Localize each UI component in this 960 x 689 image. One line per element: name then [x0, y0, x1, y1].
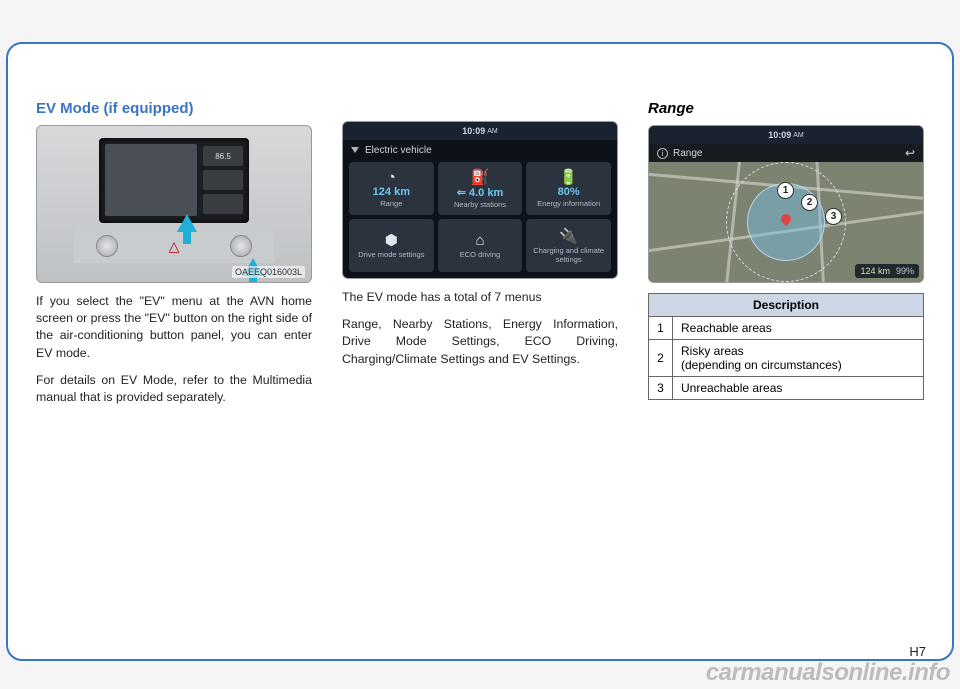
- row-desc: Risky areas (depending on circumstances): [673, 340, 924, 377]
- tile-nearby: ⛽ ⇐ 4.0 km Nearby stations: [438, 162, 523, 215]
- tile-drivemode: ⬢ Drive mode settings: [349, 219, 434, 272]
- column-right: Range 10:09 AM i Range ↩: [648, 100, 924, 416]
- figure-code: OAEEQ016003L: [232, 266, 305, 278]
- screen-title: Electric vehicle: [365, 145, 432, 156]
- tile-range: ◔ 124 km Range: [349, 162, 434, 215]
- nav-widget-2: [203, 170, 243, 190]
- paragraph: The EV mode has a total of 7 menus: [342, 289, 618, 306]
- tile-value: ⇐ 4.0 km: [457, 186, 504, 199]
- nav-widget-3: [203, 194, 243, 214]
- row-desc: Unreachable areas: [673, 377, 924, 400]
- clock-suffix: AM: [487, 128, 498, 135]
- nav-widgets: 86.5: [203, 146, 243, 214]
- tile-label: Range: [380, 200, 402, 208]
- page-frame: EV Mode (if equipped) 86.5 △: [6, 42, 954, 661]
- table-header: Description: [649, 294, 924, 317]
- nav-screen: 86.5: [99, 138, 249, 223]
- ev-tile-grid: ◔ 124 km Range ⛽ ⇐ 4.0 km Nearby station…: [343, 160, 617, 278]
- battery-icon: 🔋: [559, 168, 578, 186]
- tile-label: Nearby stations: [454, 201, 506, 209]
- tile-label: Charging and climate settings: [526, 247, 611, 264]
- table-row: 2 Risky areas (depending on circumstance…: [649, 340, 924, 377]
- paragraph: For details on EV Mode, refer to the Mul…: [36, 372, 312, 406]
- clock-time: 10:09: [462, 126, 485, 136]
- row-desc: Reachable areas: [673, 317, 924, 340]
- table-row: 1 Reachable areas: [649, 317, 924, 340]
- row-index: 1: [649, 317, 673, 340]
- heading-range: Range: [648, 100, 924, 117]
- chevron-down-icon: [351, 147, 359, 153]
- clock-suffix: AM: [793, 132, 804, 139]
- tile-label: ECO driving: [460, 251, 500, 259]
- paragraph: If you select the "EV" menu at the AVN h…: [36, 293, 312, 362]
- figure-ev-menu: 10:09 AM Electric vehicle ◔ 124 km Range…: [342, 121, 618, 279]
- knob-right: [230, 235, 252, 257]
- row-index: 3: [649, 377, 673, 400]
- badge-range: 124 km: [860, 266, 890, 276]
- map-info-badge: 124 km 99%: [855, 264, 919, 278]
- paragraph: Range, Nearby Stations, Energy Informati…: [342, 316, 618, 368]
- row-index: 2: [649, 340, 673, 377]
- tile-label: Drive mode settings: [358, 251, 424, 259]
- column-middle: 10:09 AM Electric vehicle ◔ 124 km Range…: [342, 100, 618, 416]
- plug-icon: 🔌: [559, 227, 578, 245]
- tile-eco: ⌂ ECO driving: [438, 219, 523, 272]
- callout-badge-1: 1: [777, 182, 794, 199]
- nav-widget-radio: 86.5: [203, 146, 243, 166]
- drive-icon: ⬢: [385, 231, 398, 249]
- callout-arrow-icon: [177, 214, 197, 232]
- table-row: 3 Unreachable areas: [649, 377, 924, 400]
- column-left: EV Mode (if equipped) 86.5 △: [36, 100, 312, 416]
- eco-icon: ⌂: [475, 231, 484, 249]
- clock-time: 10:09: [768, 130, 791, 140]
- badge-battery: 99%: [896, 266, 914, 276]
- figure-dashboard: 86.5 △ OAEEQ016003L: [36, 125, 312, 283]
- screen-title-row: Electric vehicle: [343, 140, 617, 160]
- tile-charging: 🔌 Charging and climate settings: [526, 219, 611, 272]
- fuel-icon: ⛽: [471, 168, 490, 186]
- tile-value: 124 km: [373, 186, 410, 198]
- range-map: 1 2 3 124 km 99%: [649, 162, 923, 282]
- info-icon: i: [657, 148, 668, 159]
- tile-label: Energy information: [537, 200, 600, 208]
- status-bar: 10:09 AM: [343, 122, 617, 140]
- tile-value: 80%: [558, 186, 580, 198]
- knob-left: [96, 235, 118, 257]
- description-table: Description 1 Reachable areas 2 Risky ar…: [648, 293, 924, 400]
- back-icon: ↩: [905, 146, 915, 160]
- status-bar: 10:09 AM: [649, 126, 923, 144]
- screen-title: Range: [673, 148, 702, 159]
- page-number: H7: [909, 644, 926, 659]
- tile-energy: 🔋 80% Energy information: [526, 162, 611, 215]
- heading-ev-mode: EV Mode (if equipped): [36, 100, 312, 117]
- screen-title-row: i Range ↩: [649, 144, 923, 162]
- watermark: carmanualsonline.info: [706, 659, 950, 687]
- gauge-icon: ◔: [387, 168, 396, 186]
- callout-badge-3: 3: [825, 208, 842, 225]
- figure-range-map: 10:09 AM i Range ↩: [648, 125, 924, 283]
- nav-map: [105, 144, 197, 216]
- callout-badge-2: 2: [801, 194, 818, 211]
